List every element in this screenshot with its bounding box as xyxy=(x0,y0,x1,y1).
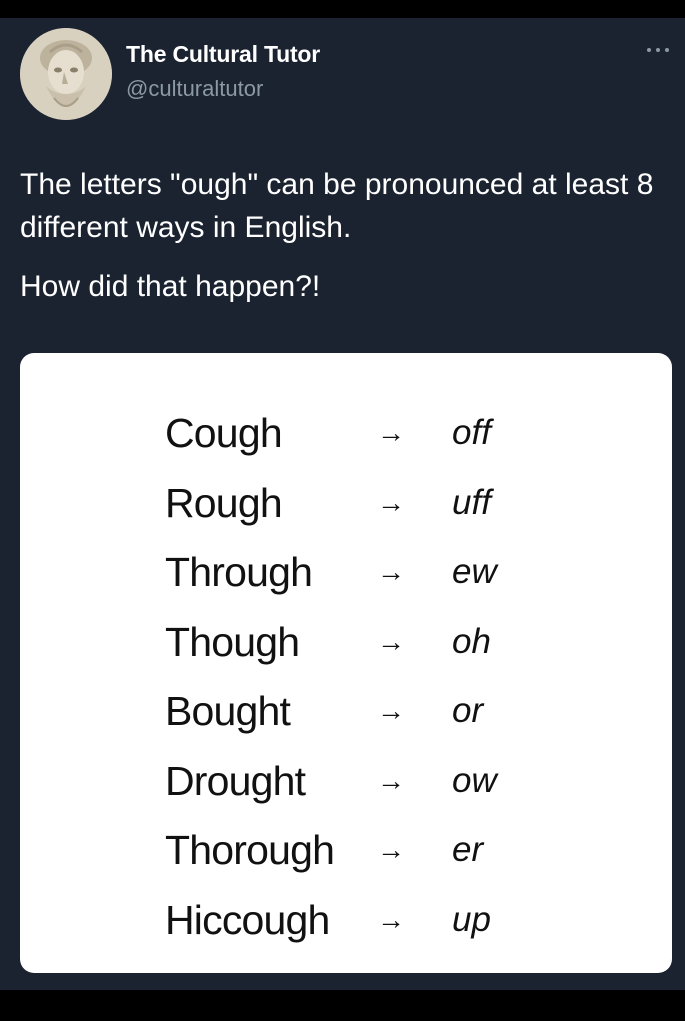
author-avatar[interactable] xyxy=(20,28,112,120)
right-arrow-icon: → xyxy=(377,625,405,657)
right-arrow-icon: → xyxy=(377,764,405,796)
pronunciation-sound: up xyxy=(452,899,491,939)
pronunciation-sound: ew xyxy=(452,552,497,591)
pronunciation-sound: oh xyxy=(452,621,491,661)
ough-word: Thorough xyxy=(165,827,335,873)
ough-word: Rough xyxy=(165,479,283,526)
pronunciation-card-image[interactable]: Cough → off Rough → uff Through → ew Though → oh Bou… xyxy=(20,353,672,973)
author-display-name[interactable]: The Cultural Tutor xyxy=(126,41,320,68)
right-arrow-icon: → xyxy=(377,417,405,448)
pronunciation-sound: or xyxy=(452,691,484,730)
pronunciation-row: Thorough → er xyxy=(165,825,615,875)
right-arrow-icon: → xyxy=(377,834,405,865)
right-arrow-icon: → xyxy=(377,556,405,587)
ough-word: Cough xyxy=(165,410,283,456)
tweet-text-line: The letters "ough" can be pronounced at … xyxy=(20,168,654,244)
ough-word: Through xyxy=(165,549,313,595)
ough-word: Drought xyxy=(165,757,306,804)
ough-word: Bought xyxy=(165,688,291,734)
pronunciation-row: Through → ew xyxy=(165,547,615,597)
pronunciation-sound: off xyxy=(452,413,491,452)
tweet-text-question: How did that happen?! xyxy=(20,270,321,303)
tweet-text: The letters "ough" can be pronounced at … xyxy=(20,163,670,308)
pronunciation-sound: er xyxy=(452,830,484,869)
ough-word: Though xyxy=(165,618,300,665)
pronunciation-row: Drought → ow xyxy=(165,756,615,806)
right-arrow-icon: → xyxy=(377,903,405,935)
ough-word: Hiccough xyxy=(165,896,330,943)
three-dots-icon xyxy=(647,48,669,52)
right-arrow-icon: → xyxy=(377,695,405,726)
pronunciation-row: Cough → off xyxy=(165,408,615,458)
author-handle[interactable]: @culturaltutor xyxy=(126,76,263,102)
pronunciation-sound: ow xyxy=(452,760,497,800)
more-options-icon[interactable] xyxy=(645,42,671,56)
pronunciation-row: Though → oh xyxy=(165,617,615,667)
tweet: The Cultural Tutor @culturaltutor The le… xyxy=(0,18,685,990)
pronunciation-row: Bought → or xyxy=(165,686,615,736)
marble-bust-icon xyxy=(20,28,112,120)
right-arrow-icon: → xyxy=(377,486,405,518)
pronunciation-sound: uff xyxy=(452,482,491,522)
pronunciation-row: Hiccough → up xyxy=(165,895,615,945)
pronunciation-row: Rough → uff xyxy=(165,478,615,528)
